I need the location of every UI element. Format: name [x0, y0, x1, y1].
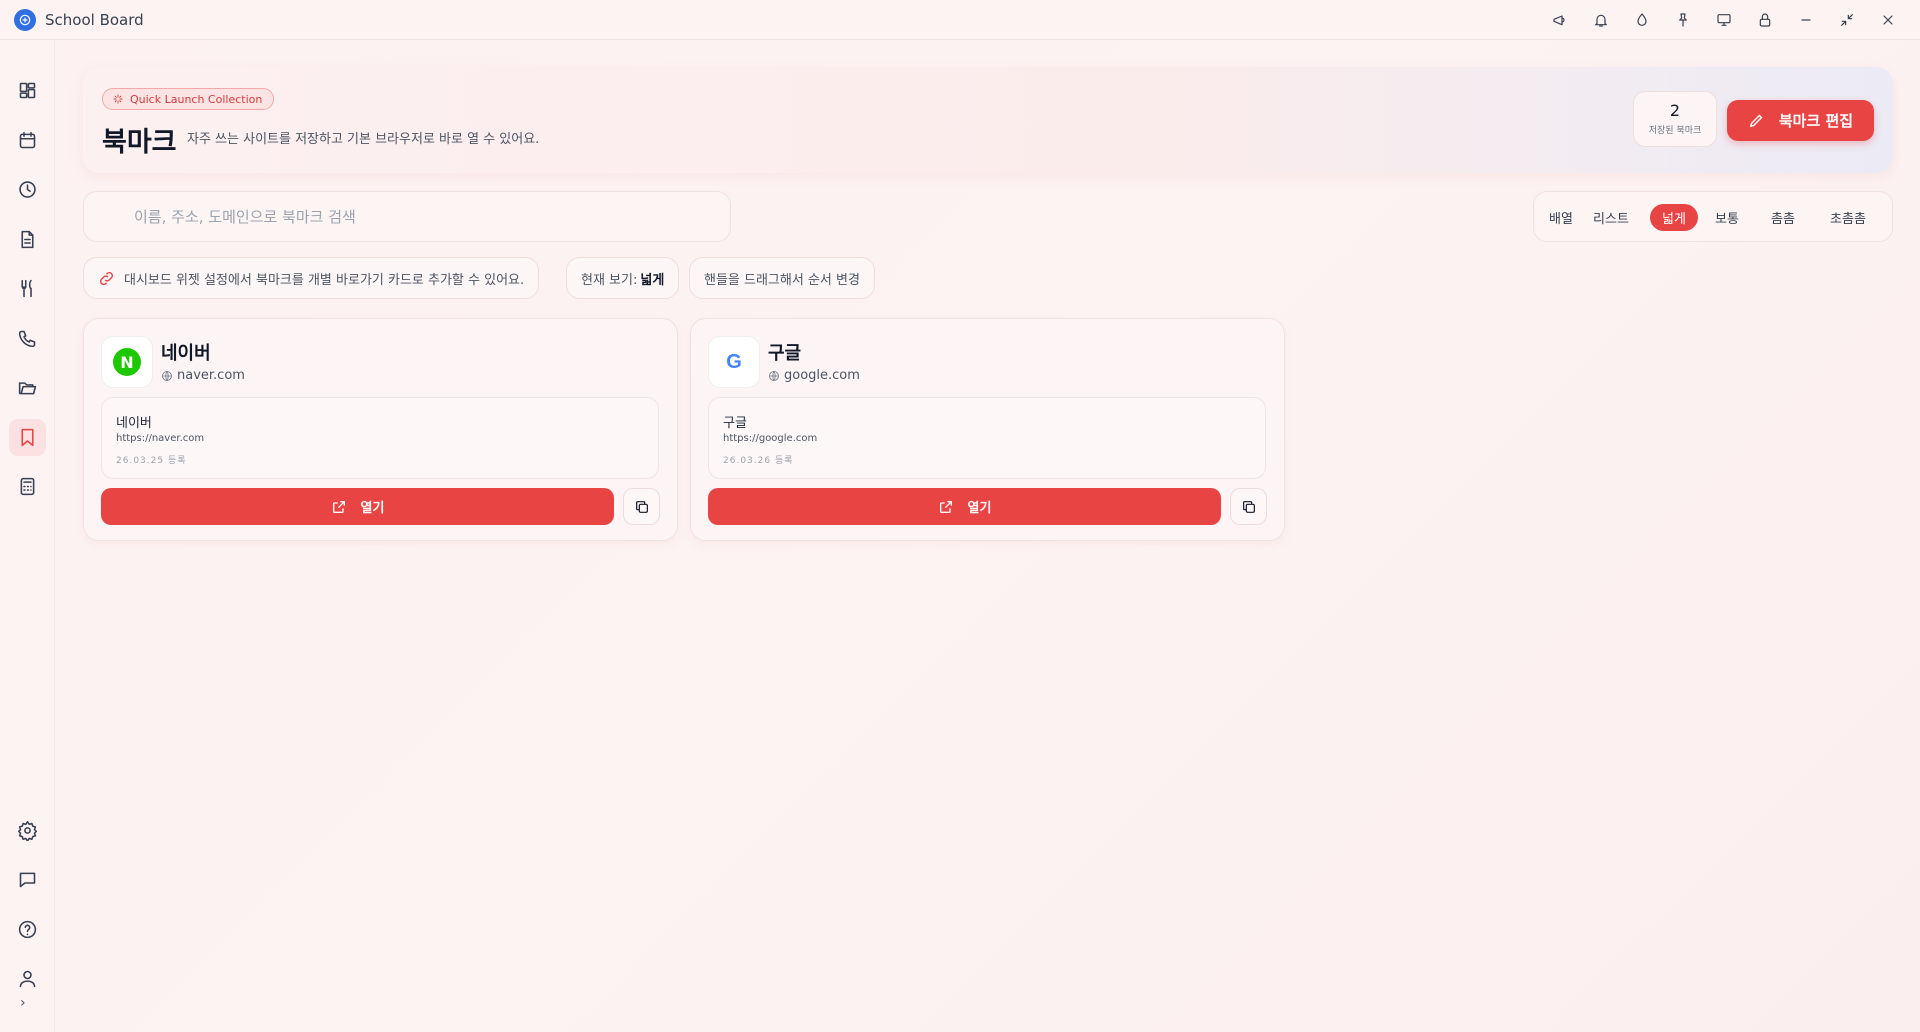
open-bookmark-button[interactable]: 열기: [708, 488, 1221, 525]
sidebar-item-calendar[interactable]: [9, 122, 46, 159]
drag-hint-chip: 핸들을 드래그해서 순서 변경: [689, 257, 875, 299]
sidebar-expand-button[interactable]: ›: [20, 995, 26, 1011]
page-title: 북마크: [102, 127, 177, 158]
bookmark-detail: 네이버 https://naver.com 26.03.25 등록: [101, 397, 659, 479]
copy-icon: [635, 500, 648, 513]
megaphone-icon[interactable]: [1539, 0, 1580, 40]
sidebar-item-chat[interactable]: [9, 861, 46, 898]
chat-icon: [19, 872, 36, 888]
bookmark-name: 구글: [768, 343, 802, 364]
view-option-normal[interactable]: 보통: [1707, 204, 1747, 231]
sidebar-item-calculator[interactable]: [9, 468, 46, 505]
pin-icon[interactable]: [1662, 0, 1703, 40]
monitor-icon[interactable]: [1703, 0, 1744, 40]
view-option-list[interactable]: 리스트: [1586, 204, 1636, 231]
bookmark-name: 네이버: [161, 343, 211, 364]
edit-bookmarks-button[interactable]: 북마크 편집: [1727, 100, 1874, 141]
naver-logo-icon: N: [101, 336, 153, 388]
google-logo-icon: G: [708, 336, 760, 388]
bookmark-url: https://naver.com: [116, 433, 205, 444]
bookmark-detail-title: 네이버: [116, 416, 152, 431]
bookmark-count-label: 저장된 북마크: [1648, 126, 1702, 136]
help-icon: [18, 920, 37, 939]
droplet-icon[interactable]: [1621, 0, 1662, 40]
current-view-value: 넓게: [640, 272, 665, 288]
bookmark-card: N 네이버 naver.com 네이버 https://naver.com 26…: [83, 318, 678, 541]
sidebar-item-help[interactable]: [9, 911, 46, 948]
sidebar-item-settings[interactable]: [9, 812, 46, 849]
copy-icon: [1242, 500, 1255, 513]
link-icon: [99, 271, 114, 285]
sidebar-item-user[interactable]: [9, 960, 46, 997]
search-box: [83, 191, 731, 242]
document-icon: [21, 230, 34, 249]
phone-icon: [18, 330, 36, 348]
page-header: Quick Launch Collection 북마크 자주 쓰는 사이트를 저…: [83, 67, 1893, 173]
view-option-array[interactable]: 배열: [1542, 204, 1580, 231]
external-link-icon: [332, 500, 345, 513]
copy-url-button[interactable]: [1230, 488, 1267, 525]
view-option-extra-compact[interactable]: 초촘촘: [1819, 204, 1877, 231]
gear-icon: [17, 820, 38, 841]
external-link-icon: [939, 500, 952, 513]
sidebar: ›: [0, 40, 55, 1032]
calculator-icon: [20, 477, 35, 496]
lock-icon[interactable]: [1744, 0, 1785, 40]
bookmark-date: 26.03.25 등록: [116, 456, 187, 466]
bookmark-domain: google.com: [768, 368, 860, 383]
calendar-icon: [19, 131, 36, 149]
bookmark-url: https://google.com: [723, 433, 818, 444]
pencil-icon: [1749, 114, 1763, 128]
user-icon: [19, 970, 36, 988]
current-view-chip: 현재 보기: 넓게: [566, 257, 680, 299]
minimize-icon[interactable]: [1785, 0, 1826, 40]
close-icon[interactable]: [1867, 0, 1908, 40]
open-bookmark-button[interactable]: 열기: [101, 488, 614, 525]
sidebar-item-phone[interactable]: [9, 320, 46, 357]
bell-icon[interactable]: [1580, 0, 1621, 40]
sidebar-item-document[interactable]: [9, 221, 46, 258]
sidebar-item-bookmark[interactable]: [9, 419, 46, 456]
sidebar-item-meal[interactable]: [9, 270, 46, 307]
bookmark-detail: 구글 https://google.com 26.03.26 등록: [708, 397, 1266, 479]
sparkle-icon: [113, 94, 123, 104]
title-bar: School Board: [0, 0, 1920, 40]
sidebar-item-clock[interactable]: [9, 171, 46, 208]
copy-url-button[interactable]: [623, 488, 660, 525]
folder-icon: [18, 382, 37, 395]
view-option-compact[interactable]: 촘촘: [1762, 204, 1804, 231]
widget-hint-chip: 대시보드 위젯 설정에서 북마크를 개별 바로가기 카드로 추가할 수 있어요.: [83, 257, 540, 299]
bookmark-count: 2: [1669, 101, 1681, 120]
collapse-icon[interactable]: [1826, 0, 1867, 40]
globe-icon: [162, 370, 172, 381]
bookmark-icon: [21, 428, 34, 447]
dashboard-icon: [19, 82, 36, 99]
bookmark-date: 26.03.26 등록: [723, 456, 794, 466]
view-option-wide[interactable]: 넓게: [1650, 204, 1698, 231]
app-logo-icon: [14, 8, 36, 31]
app-title: School Board: [45, 10, 144, 29]
page-description: 자주 쓰는 사이트를 저장하고 기본 브라우저로 바로 열 수 있어요.: [187, 132, 540, 147]
clock-icon: [19, 181, 36, 198]
bookmark-domain: naver.com: [161, 368, 245, 383]
sidebar-item-folder[interactable]: [9, 369, 46, 406]
utensils-icon: [21, 279, 32, 298]
bookmark-card: G 구글 google.com 구글 https://google.com 26…: [690, 318, 1285, 541]
sidebar-item-dashboard[interactable]: [9, 72, 46, 109]
bookmark-count-badge: 2 저장된 북마크: [1633, 91, 1717, 147]
bookmark-detail-title: 구글: [723, 416, 747, 431]
view-switcher: 배열 리스트 넓게 보통 촘촘 초촘촘: [1533, 191, 1893, 242]
globe-icon: [769, 370, 779, 381]
search-input[interactable]: [134, 207, 694, 226]
collection-tag: Quick Launch Collection: [102, 88, 275, 110]
